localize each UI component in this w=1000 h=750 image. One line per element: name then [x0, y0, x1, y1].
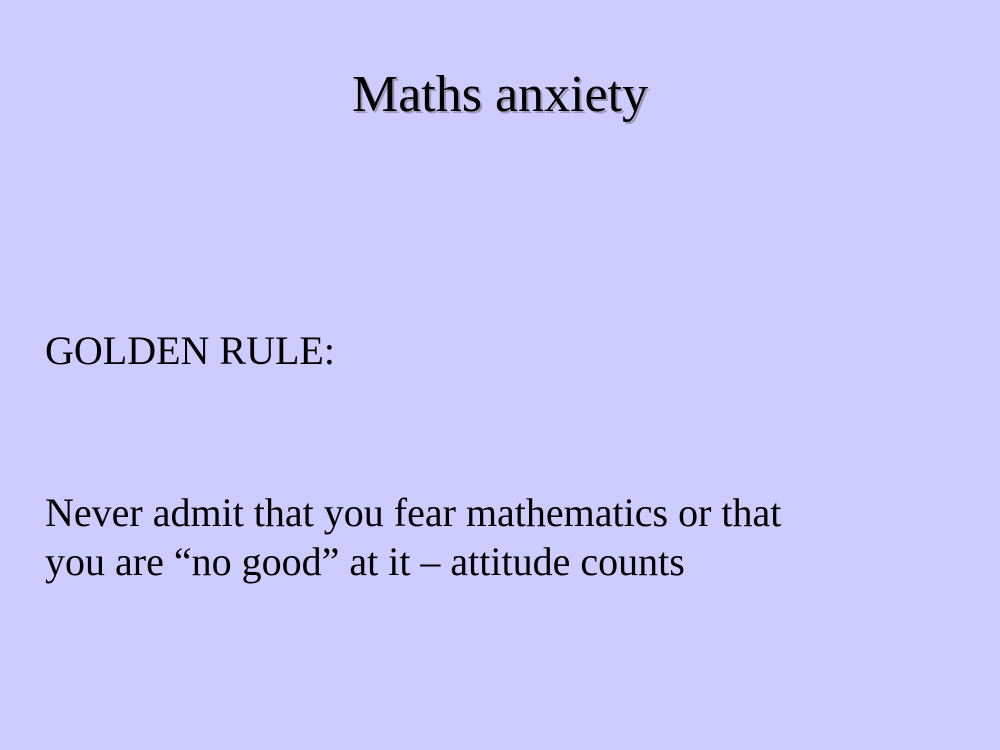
golden-rule-text-line-1: Never admit that you fear mathematics or…: [45, 490, 782, 535]
golden-rule-text: Never admit that you fear mathematics or…: [45, 488, 945, 586]
slide: Maths anxiety GOLDEN RULE: Never admit t…: [0, 0, 1000, 750]
golden-rule-heading: GOLDEN RULE:: [45, 328, 335, 373]
slide-title: Maths anxiety: [351, 66, 649, 123]
golden-rule-text-line-2: you are “no good” at it – attitude count…: [45, 539, 685, 584]
